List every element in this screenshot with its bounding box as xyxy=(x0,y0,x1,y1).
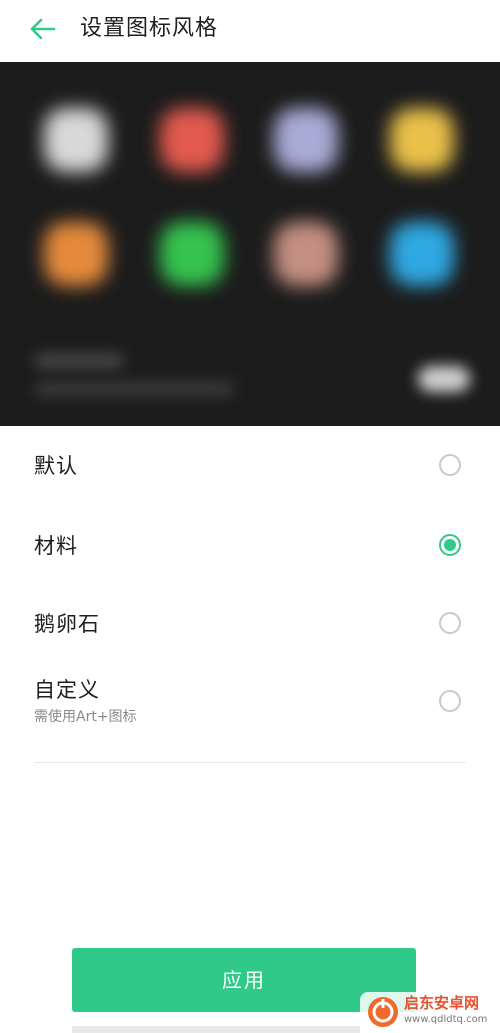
radio-default[interactable] xyxy=(439,454,461,476)
preview-text-line xyxy=(34,354,124,368)
preview-text-line xyxy=(34,382,234,396)
watermark-url: www.qdldtq.com xyxy=(404,1014,488,1025)
preview-icon xyxy=(390,108,454,172)
watermark: 启东安卓网 www.qdldtq.com xyxy=(360,992,500,1033)
watermark-logo-icon xyxy=(368,997,398,1027)
option-sublabel: 需使用Art+图标 xyxy=(34,709,137,725)
bottom-strip xyxy=(72,1026,360,1033)
option-label: 鹅卵石 xyxy=(34,612,100,636)
preview-icon xyxy=(160,108,224,172)
option-default[interactable]: 默认 xyxy=(0,426,500,504)
top-app-bar: 设置图标风格 xyxy=(0,0,500,62)
preview-icon xyxy=(274,222,338,286)
radio-pebble[interactable] xyxy=(439,612,461,634)
option-custom[interactable]: 自定义 需使用Art+图标 xyxy=(0,662,500,752)
preview-icon xyxy=(274,108,338,172)
page-title: 设置图标风格 xyxy=(80,16,219,41)
option-label: 自定义 xyxy=(34,678,100,702)
back-button[interactable] xyxy=(26,12,60,46)
preview-icon xyxy=(390,222,454,286)
option-label: 默认 xyxy=(34,454,78,478)
radio-material[interactable] xyxy=(439,534,461,556)
option-pebble[interactable]: 鹅卵石 xyxy=(0,584,500,662)
preview-icon xyxy=(44,108,108,172)
option-label: 材料 xyxy=(34,534,78,558)
icon-style-preview xyxy=(0,62,500,426)
watermark-name: 启东安卓网 xyxy=(404,994,480,1012)
back-arrow-icon xyxy=(30,18,56,40)
preview-icon xyxy=(160,222,224,286)
preview-toggle xyxy=(418,366,470,392)
preview-icon xyxy=(44,222,108,286)
radio-custom[interactable] xyxy=(439,690,461,712)
divider xyxy=(34,762,466,763)
option-material[interactable]: 材料 xyxy=(0,506,500,584)
